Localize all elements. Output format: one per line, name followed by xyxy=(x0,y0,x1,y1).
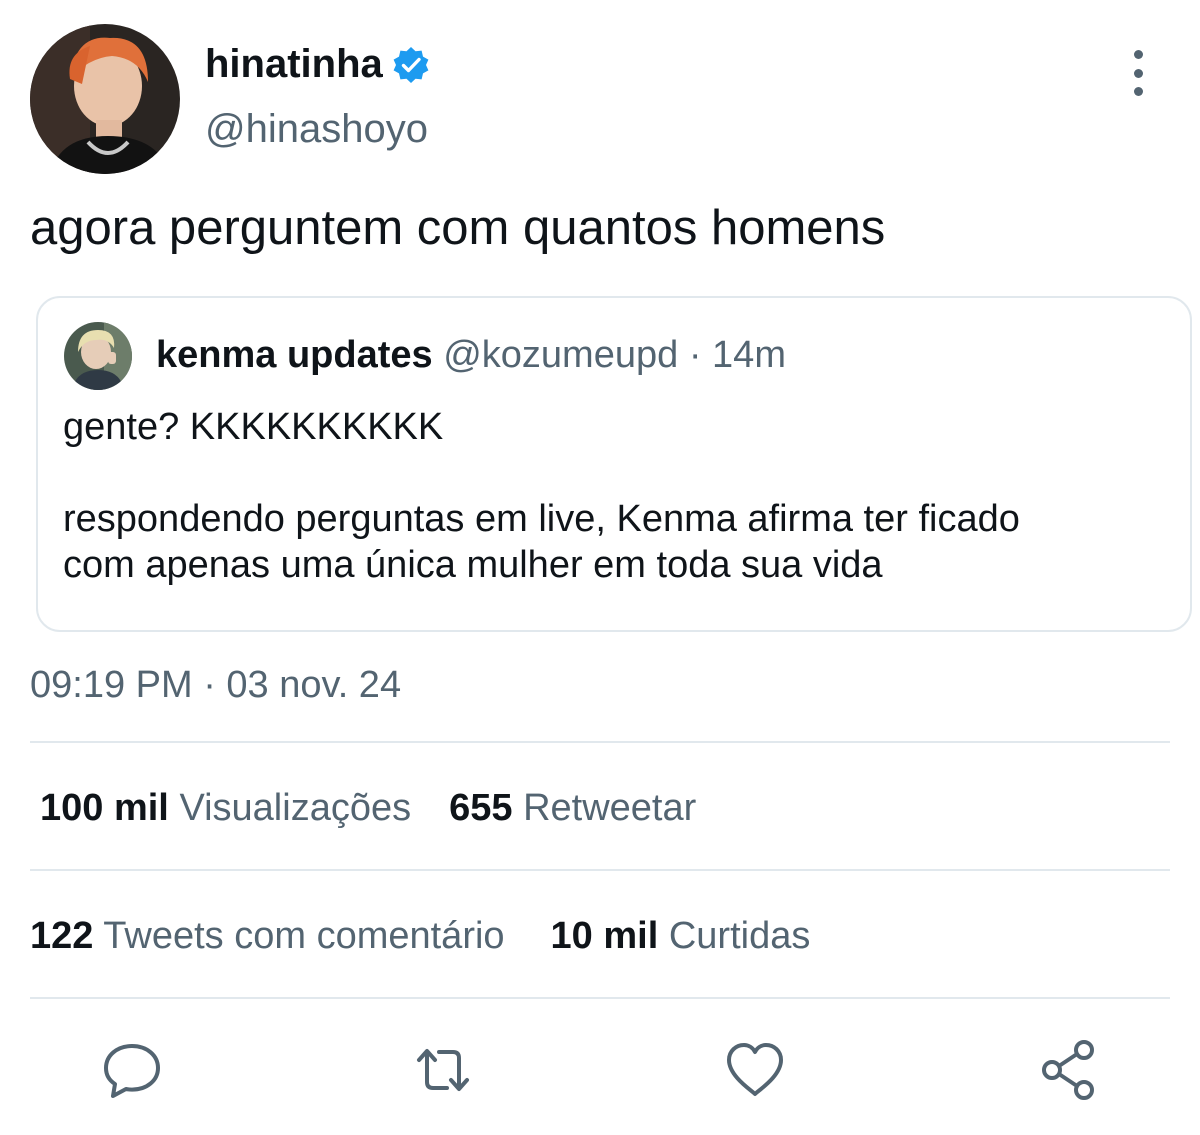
quotes-label[interactable]: Tweets com comentário xyxy=(103,915,504,957)
author-avatar[interactable] xyxy=(30,24,180,174)
quoted-header: kenma updates @kozumeupd · 14m xyxy=(156,334,786,377)
share-icon[interactable] xyxy=(1036,1038,1100,1102)
retweet-icon[interactable] xyxy=(411,1038,475,1102)
likes-label[interactable]: Curtidas xyxy=(669,915,811,957)
quoted-text-line: gente? KKKKKKKKKK xyxy=(63,406,444,448)
quoted-time: 14m xyxy=(712,334,786,376)
tweet-text: agora perguntem com quantos homens xyxy=(30,201,886,255)
more-vertical-icon[interactable] xyxy=(1118,50,1158,96)
quoted-text-line: com apenas uma única mulher em toda sua … xyxy=(63,544,883,586)
tweet-timestamp[interactable]: 09:19 PM · 03 nov. 24 xyxy=(30,664,401,707)
author-handle[interactable]: @hinashoyo xyxy=(205,107,428,152)
likes-stat[interactable]: 10 mil Curtidas xyxy=(551,915,811,958)
quoted-author-avatar[interactable] xyxy=(64,322,132,390)
quoted-author-handle[interactable]: @kozumeupd xyxy=(443,334,678,376)
divider xyxy=(30,997,1170,999)
retweets-stat[interactable]: 655 Retweetar xyxy=(449,787,696,830)
quoted-tweet-text: gente? KKKKKKKKKK respondendo perguntas … xyxy=(63,404,1173,588)
likes-count[interactable]: 10 mil xyxy=(551,915,659,957)
author-name-text[interactable]: hinatinha xyxy=(205,42,383,87)
stats-row-quotes-likes: 122 Tweets com comentário 10 mil Curtida… xyxy=(30,915,848,958)
quotes-count[interactable]: 122 xyxy=(30,915,93,957)
divider xyxy=(30,741,1170,743)
quotes-stat[interactable]: 122 Tweets com comentário xyxy=(30,915,505,958)
retweets-label[interactable]: Retweetar xyxy=(523,787,696,829)
quoted-separator: · xyxy=(688,334,702,376)
verified-badge-icon xyxy=(391,45,431,85)
retweets-count[interactable]: 655 xyxy=(449,787,512,829)
stats-row-views-retweets: 100 mil Visualizações 655 Retweetar xyxy=(40,787,734,830)
divider xyxy=(30,869,1170,871)
quoted-text-line: respondendo perguntas em live, Kenma afi… xyxy=(63,498,1020,540)
author-display-name[interactable]: hinatinha xyxy=(205,42,431,87)
tweet-action-bar xyxy=(0,1036,1200,1106)
quoted-author-name[interactable]: kenma updates xyxy=(156,334,433,376)
reply-icon[interactable] xyxy=(100,1038,164,1102)
views-stat: 100 mil Visualizações xyxy=(40,787,411,830)
quoted-tweet-card[interactable]: kenma updates @kozumeupd · 14m gente? KK… xyxy=(36,296,1192,632)
heart-icon[interactable] xyxy=(723,1038,787,1102)
views-label: Visualizações xyxy=(179,787,412,829)
views-count: 100 mil xyxy=(40,787,169,829)
